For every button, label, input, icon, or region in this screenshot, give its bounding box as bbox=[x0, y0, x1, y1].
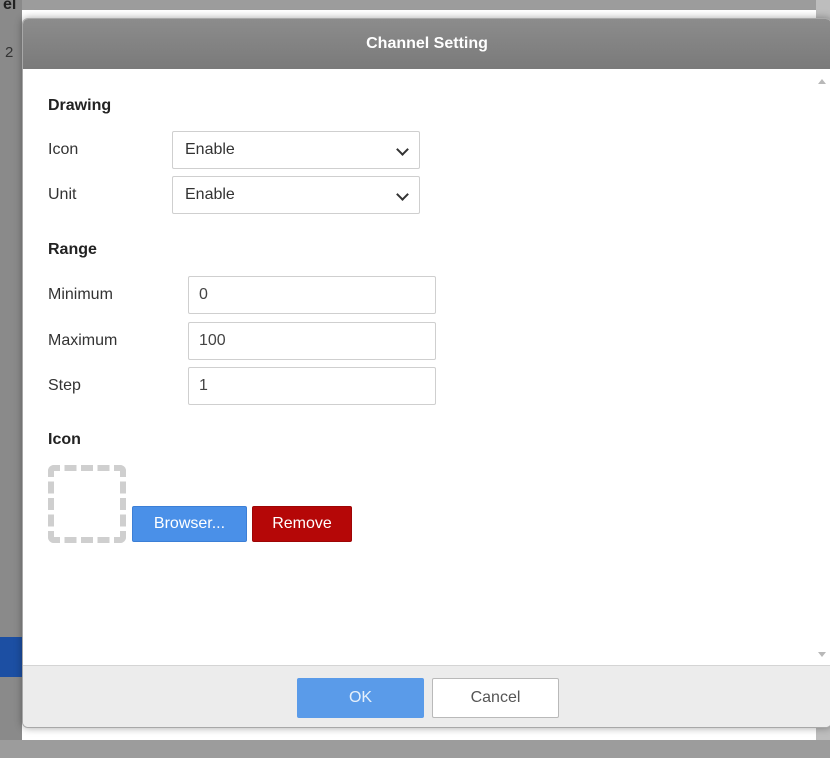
drawing-section-title: Drawing bbox=[48, 97, 112, 114]
maximum-input[interactable] bbox=[188, 322, 436, 360]
remove-button[interactable]: Remove bbox=[252, 506, 352, 542]
dialog-header: Channel Setting bbox=[23, 19, 830, 69]
vertical-scrollbar[interactable] bbox=[815, 69, 830, 665]
channel-setting-dialog: Channel Setting Drawing Icon Enable Unit… bbox=[22, 18, 830, 728]
scroll-up-arrow-icon[interactable] bbox=[818, 79, 826, 84]
background-bottom bbox=[0, 740, 830, 758]
background-blue-strip bbox=[0, 637, 22, 677]
icon-section-title: Icon bbox=[48, 431, 81, 448]
maximum-label: Maximum bbox=[48, 332, 118, 349]
dialog-title: Channel Setting bbox=[366, 35, 488, 52]
scroll-down-arrow-icon[interactable] bbox=[818, 652, 826, 657]
chevron-down-icon bbox=[396, 143, 409, 156]
dialog-body[interactable]: Drawing Icon Enable Unit Enable Range Mi… bbox=[23, 69, 830, 665]
dialog-footer: OK Cancel bbox=[23, 665, 830, 727]
icon-label: Icon bbox=[48, 141, 79, 158]
unit-select-value: Enable bbox=[185, 186, 235, 203]
range-section-title: Range bbox=[48, 241, 97, 258]
minimum-input[interactable] bbox=[188, 276, 436, 314]
icon-select-value: Enable bbox=[185, 141, 235, 158]
minimum-label: Minimum bbox=[48, 286, 113, 303]
step-input[interactable] bbox=[188, 367, 436, 405]
chevron-down-icon bbox=[396, 188, 409, 201]
ok-button[interactable]: OK bbox=[297, 678, 424, 718]
background-text: 2 bbox=[5, 44, 14, 61]
background-top bbox=[0, 0, 830, 10]
icon-placeholder-image bbox=[48, 465, 126, 543]
browse-button[interactable]: Browser... bbox=[132, 506, 247, 542]
unit-select[interactable]: Enable bbox=[172, 176, 420, 214]
icon-select[interactable]: Enable bbox=[172, 131, 420, 169]
background-text: el bbox=[3, 0, 17, 13]
unit-label: Unit bbox=[48, 186, 77, 203]
step-label: Step bbox=[48, 377, 81, 394]
cancel-button[interactable]: Cancel bbox=[432, 678, 559, 718]
